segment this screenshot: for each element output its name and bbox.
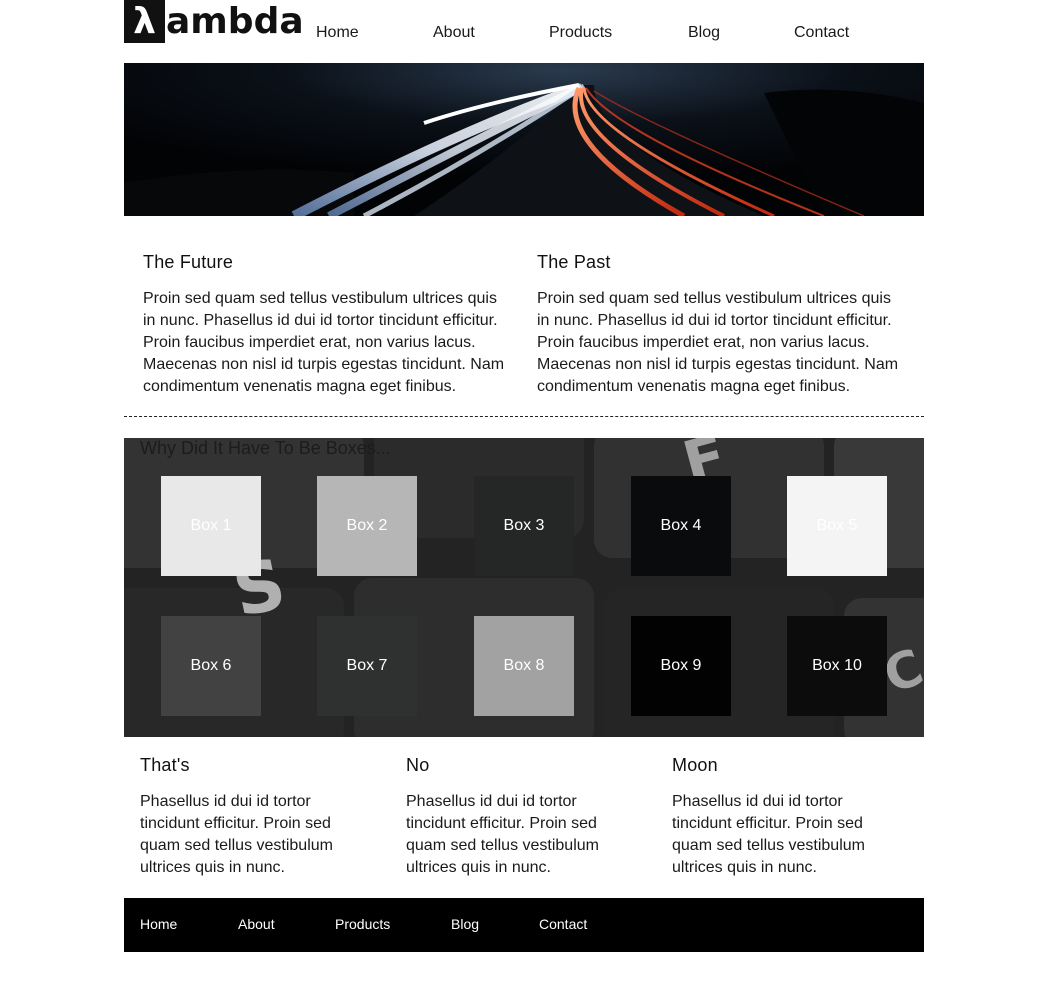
box-10-label: Box 10	[812, 657, 862, 674]
box-3[interactable]: Box 3	[474, 476, 574, 576]
nav-contact-link[interactable]: Contact	[794, 24, 849, 42]
nav-products-link[interactable]: Products	[549, 24, 612, 42]
box-8-label: Box 8	[503, 657, 545, 674]
box-5[interactable]: Box 5	[787, 476, 887, 576]
nav-home-link[interactable]: Home	[316, 24, 359, 42]
box-10[interactable]: Box 10	[787, 616, 887, 716]
box-3-label: Box 3	[503, 517, 545, 534]
feature-moon-body: Phasellus id dui id tortor tincidunt eff…	[672, 793, 865, 876]
box-7-label: Box 7	[346, 657, 388, 674]
feature-thats: That's Phasellus id dui id tortor tincid…	[140, 755, 350, 879]
boxes-title: Why Did It Have To Be Boxes...	[140, 438, 391, 458]
feature-moon-heading: Moon	[672, 755, 718, 775]
feature-no-body: Phasellus id dui id tortor tincidunt eff…	[406, 793, 599, 876]
hero-image	[124, 63, 924, 216]
box-9-label: Box 9	[660, 657, 702, 674]
boxes-section: S F C Why Did It Have To Be Boxes... Box…	[124, 438, 924, 737]
feature-moon: Moon Phasellus id dui id tortor tincidun…	[672, 755, 882, 879]
feature-thats-body: Phasellus id dui id tortor tincidunt eff…	[140, 793, 333, 876]
dashed-divider	[124, 416, 924, 417]
feature-no: No Phasellus id dui id tortor tincidunt …	[406, 755, 616, 879]
site-footer: Home About Products Blog Contact	[124, 898, 924, 952]
future-heading: The Future	[143, 252, 234, 272]
box-2-label: Box 2	[346, 517, 388, 534]
nav-about-link[interactable]: About	[433, 24, 475, 42]
future-section: The Future Proin sed quam sed tellus ves…	[143, 252, 513, 398]
box-5-label: Box 5	[816, 517, 858, 534]
past-heading: The Past	[537, 252, 611, 272]
footer-contact-link[interactable]: Contact	[539, 916, 587, 932]
box-8[interactable]: Box 8	[474, 616, 574, 716]
box-9[interactable]: Box 9	[631, 616, 731, 716]
footer-about-link[interactable]: About	[238, 916, 275, 932]
box-6[interactable]: Box 6	[161, 616, 261, 716]
box-4-label: Box 4	[660, 517, 702, 534]
nav-blog-link[interactable]: Blog	[688, 24, 720, 42]
lambda-logo-icon: λ	[124, 0, 165, 43]
past-body: Proin sed quam sed tellus vestibulum ult…	[537, 290, 899, 395]
past-section: The Past Proin sed quam sed tellus vesti…	[537, 252, 907, 398]
logo[interactable]: λ ambda	[124, 0, 304, 43]
logo-text: ambda	[166, 1, 304, 42]
box-1[interactable]: Box 1	[161, 476, 261, 576]
footer-blog-link[interactable]: Blog	[451, 916, 479, 932]
footer-products-link[interactable]: Products	[335, 916, 390, 932]
feature-no-heading: No	[406, 755, 430, 775]
future-body: Proin sed quam sed tellus vestibulum ult…	[143, 290, 505, 395]
box-6-label: Box 6	[190, 657, 232, 674]
box-4[interactable]: Box 4	[631, 476, 731, 576]
site-header: λ ambda Home About Products Blog Contact	[124, 0, 924, 63]
feature-thats-heading: That's	[140, 755, 190, 775]
box-1-label: Box 1	[190, 517, 232, 534]
highway-light-trails-illustration	[124, 63, 924, 216]
box-7[interactable]: Box 7	[317, 616, 417, 716]
footer-home-link[interactable]: Home	[140, 916, 177, 932]
page: λ ambda Home About Products Blog Contact	[124, 0, 924, 952]
box-2[interactable]: Box 2	[317, 476, 417, 576]
